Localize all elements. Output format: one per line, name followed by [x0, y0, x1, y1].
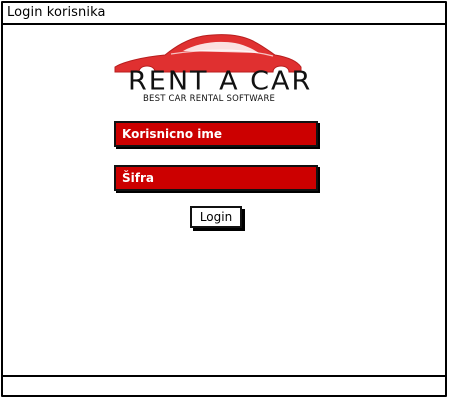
status-bar — [3, 375, 445, 395]
username-placeholder: Korisnicno ime — [122, 127, 222, 141]
brand-tagline: BEST CAR RENTAL SOFTWARE — [143, 94, 276, 104]
title-bar: Login korisnika — [3, 3, 445, 25]
login-window: Login korisnika RENT A CAR BEST CAR RENT… — [1, 1, 447, 397]
password-field[interactable]: Šifra — [114, 165, 318, 191]
password-placeholder: Šifra — [122, 171, 154, 185]
login-button[interactable]: Login — [190, 206, 242, 228]
window-title: Login korisnika — [7, 5, 106, 20]
username-field[interactable]: Korisnicno ime — [114, 121, 318, 147]
brand-name: RENT A CAR — [128, 66, 313, 97]
